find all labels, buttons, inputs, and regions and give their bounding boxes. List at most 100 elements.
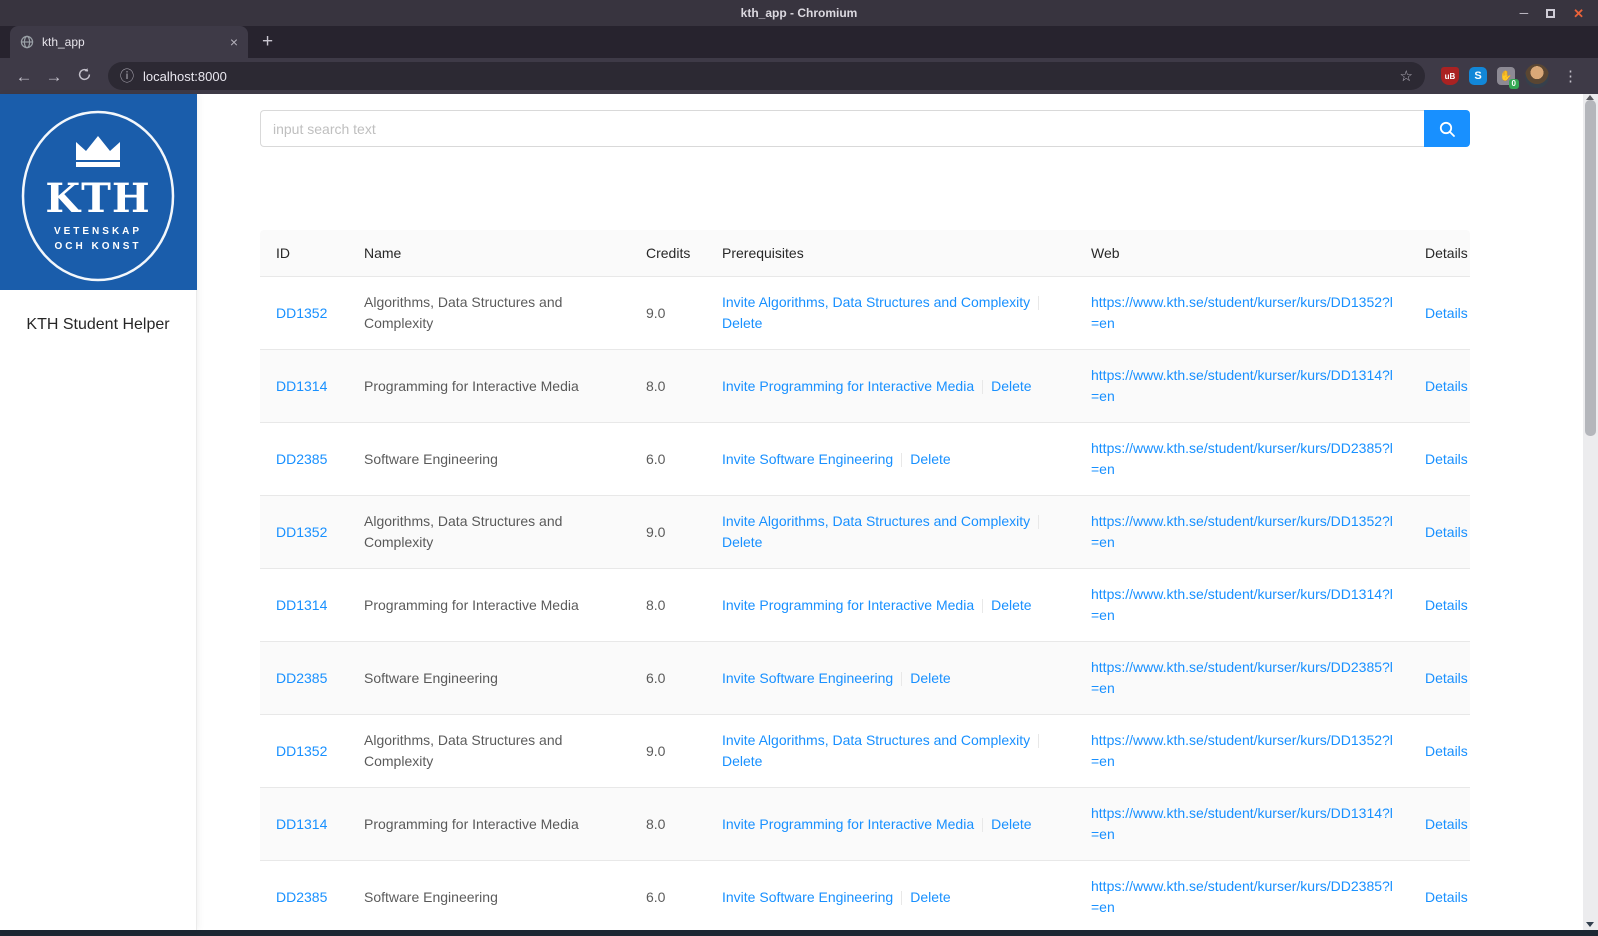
web-link[interactable]: https://www.kth.se/student/kurser/kurs/D… [1091, 803, 1393, 845]
maximize-icon[interactable] [1546, 8, 1556, 18]
course-id-link[interactable]: DD2385 [276, 887, 327, 908]
reload-icon[interactable] [70, 67, 98, 85]
delete-link[interactable]: Delete [991, 378, 1031, 394]
course-id-link[interactable]: DD2385 [276, 668, 327, 689]
course-id-link[interactable]: DD1352 [276, 303, 327, 324]
url-text: localhost:8000 [143, 68, 227, 84]
course-id-cell: DD1352 [260, 715, 348, 787]
forward-icon[interactable]: → [40, 68, 68, 85]
delete-link[interactable]: Delete [910, 451, 950, 467]
course-id-link[interactable]: DD1314 [276, 814, 327, 835]
course-id-link[interactable]: DD1352 [276, 741, 327, 762]
details-link[interactable]: Details [1425, 303, 1468, 324]
details-link[interactable]: Details [1425, 887, 1468, 908]
window-title: kth_app - Chromium [740, 6, 858, 20]
details-link[interactable]: Details [1425, 741, 1468, 762]
scrollbar-thumb[interactable] [1585, 100, 1596, 436]
delete-link[interactable]: Delete [722, 315, 762, 331]
course-credits-cell: 9.0 [646, 742, 666, 759]
skype-extension-icon[interactable]: S [1469, 67, 1487, 85]
details-link[interactable]: Details [1425, 668, 1468, 689]
details-cell: Details [1409, 496, 1470, 568]
table-row: DD1352 Algorithms, Data Structures and C… [260, 715, 1470, 788]
minimize-icon[interactable]: ─ [1520, 7, 1529, 19]
logo-kth-text: KTH [45, 175, 150, 222]
delete-link[interactable]: Delete [910, 670, 950, 686]
table-row: DD1352 Algorithms, Data Structures and C… [260, 496, 1470, 569]
details-link[interactable]: Details [1425, 376, 1468, 397]
extension-badge: 0 [1508, 79, 1519, 89]
table-row: DD1352 Algorithms, Data Structures and C… [260, 277, 1470, 350]
web-cell: https://www.kth.se/student/kurser/kurs/D… [1075, 277, 1409, 349]
delete-link[interactable]: Delete [991, 816, 1031, 832]
details-link[interactable]: Details [1425, 814, 1468, 835]
address-bar[interactable]: ⓘ localhost:8000 ☆ [108, 62, 1425, 90]
web-link[interactable]: https://www.kth.se/student/kurser/kurs/D… [1091, 657, 1393, 699]
web-link[interactable]: https://www.kth.se/student/kurser/kurs/D… [1091, 438, 1393, 480]
back-icon[interactable]: ← [10, 68, 38, 85]
globe-favicon-icon [20, 35, 34, 49]
kth-logo: KTH VETENSKAP OCH KONST [0, 94, 197, 290]
invite-link[interactable]: Invite Programming for Interactive Media [722, 378, 974, 394]
course-credits-cell: 6.0 [646, 669, 666, 686]
delete-link[interactable]: Delete [722, 534, 762, 550]
browser-menu-icon[interactable]: ⋮ [1559, 67, 1582, 85]
logo-motto-line2: OCH KONST [55, 241, 142, 252]
course-id-link[interactable]: DD1352 [276, 522, 327, 543]
prerequisites-cell: Invite Algorithms, Data Structures and C… [706, 715, 1075, 787]
course-id-cell: DD1352 [260, 277, 348, 349]
scrollbar-down-icon[interactable] [1586, 922, 1594, 927]
course-id-link[interactable]: DD1314 [276, 376, 327, 397]
page-info-icon[interactable]: ⓘ [120, 69, 134, 83]
course-name-cell: Programming for Interactive Media [364, 377, 579, 394]
tab-close-icon[interactable]: × [230, 34, 238, 50]
invite-link[interactable]: Invite Software Engineering [722, 889, 893, 905]
prerequisites-cell: Invite Algorithms, Data Structures and C… [706, 496, 1075, 568]
logo-motto-line1: VETENSKAP [54, 226, 142, 237]
action-divider [1038, 734, 1040, 749]
reload-glyph-icon [78, 68, 90, 81]
web-link[interactable]: https://www.kth.se/student/kurser/kurs/D… [1091, 876, 1393, 918]
details-link[interactable]: Details [1425, 522, 1468, 543]
new-tab-button[interactable]: + [248, 26, 287, 58]
page-scrollbar[interactable] [1583, 94, 1598, 930]
web-link[interactable]: https://www.kth.se/student/kurser/kurs/D… [1091, 584, 1393, 626]
invite-link[interactable]: Invite Algorithms, Data Structures and C… [722, 732, 1030, 748]
extension-icon[interactable]: ✋ 0 [1497, 67, 1519, 89]
course-id-link[interactable]: DD1314 [276, 595, 327, 616]
table-row: DD2385 Software Engineering 6.0 Invite S… [260, 861, 1470, 930]
details-cell: Details [1409, 569, 1470, 641]
delete-link[interactable]: Delete [991, 597, 1031, 613]
courses-table: ID Name Credits Prerequisites Web Detail… [260, 230, 1470, 930]
action-divider [1038, 515, 1040, 530]
header-name: Name [364, 245, 402, 261]
close-icon[interactable]: ✕ [1573, 7, 1584, 20]
invite-link[interactable]: Invite Programming for Interactive Media [722, 816, 974, 832]
prerequisites-cell: Invite Software Engineering Delete [706, 861, 1075, 930]
details-link[interactable]: Details [1425, 595, 1468, 616]
bookmark-star-icon[interactable]: ☆ [1400, 67, 1413, 85]
web-link[interactable]: https://www.kth.se/student/kurser/kurs/D… [1091, 730, 1393, 772]
details-link[interactable]: Details [1425, 449, 1468, 470]
invite-link[interactable]: Invite Software Engineering [722, 670, 893, 686]
course-id-link[interactable]: DD2385 [276, 449, 327, 470]
tab-kth-app[interactable]: kth_app × [10, 26, 248, 58]
web-link[interactable]: https://www.kth.se/student/kurser/kurs/D… [1091, 511, 1393, 553]
web-cell: https://www.kth.se/student/kurser/kurs/D… [1075, 423, 1409, 495]
delete-link[interactable]: Delete [722, 753, 762, 769]
search-button[interactable] [1424, 110, 1470, 147]
delete-link[interactable]: Delete [910, 889, 950, 905]
web-link[interactable]: https://www.kth.se/student/kurser/kurs/D… [1091, 365, 1393, 407]
header-credits: Credits [646, 245, 691, 261]
invite-link[interactable]: Invite Algorithms, Data Structures and C… [722, 294, 1030, 310]
web-link[interactable]: https://www.kth.se/student/kurser/kurs/D… [1091, 292, 1393, 334]
ublock-extension-icon[interactable]: uB [1441, 67, 1459, 85]
table-header: ID Name Credits Prerequisites Web Detail… [260, 230, 1470, 277]
course-name-cell: Algorithms, Data Structures and Complexi… [364, 294, 563, 331]
search-input[interactable] [260, 110, 1424, 147]
invite-link[interactable]: Invite Software Engineering [722, 451, 893, 467]
invite-link[interactable]: Invite Algorithms, Data Structures and C… [722, 513, 1030, 529]
profile-avatar[interactable] [1525, 64, 1549, 88]
invite-link[interactable]: Invite Programming for Interactive Media [722, 597, 974, 613]
course-id-cell: DD2385 [260, 423, 348, 495]
